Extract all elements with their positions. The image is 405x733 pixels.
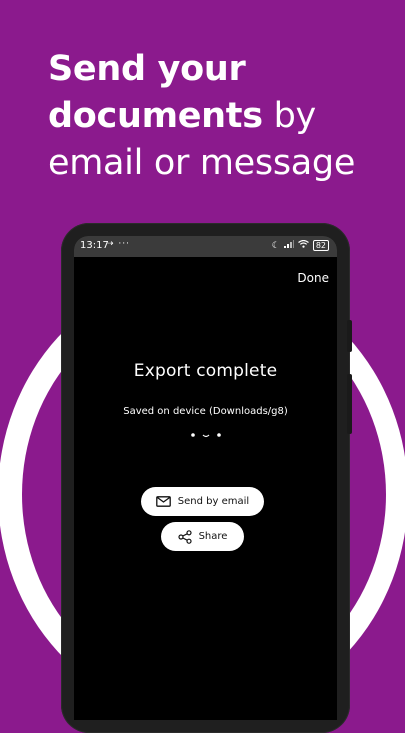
wifi-icon [297, 239, 309, 251]
headline-bold: Send your documents [48, 49, 263, 136]
battery-icon: 82 [312, 240, 329, 251]
share-button[interactable]: Share [161, 522, 244, 551]
phone-screen: 13:17 ⇢ ··· ☾ 82 Done Export complete Sa… [74, 236, 337, 720]
send-by-email-button[interactable]: Send by email [141, 487, 264, 516]
marketing-headline: Send your documents by email or message [48, 46, 393, 187]
signal-icon [283, 240, 294, 251]
done-button[interactable]: Done [297, 271, 329, 285]
export-subtitle: Saved on device (Downloads/g8) [123, 406, 288, 417]
envelope-icon [155, 496, 171, 507]
status-time: 13:17 [80, 240, 109, 251]
send-by-email-label: Send by email [177, 496, 250, 507]
status-indicators: ☾ 82 [271, 239, 329, 251]
success-dots-icon [190, 432, 222, 440]
moon-icon: ☾ [271, 240, 280, 251]
share-icon [177, 529, 192, 544]
phone-side-button [347, 374, 352, 434]
status-bar: 13:17 ⇢ ··· ☾ 82 [74, 236, 337, 257]
phone-side-button [347, 320, 352, 352]
share-label: Share [198, 531, 228, 542]
notification-icons: ⇢ ··· [106, 239, 130, 249]
export-title: Export complete [133, 361, 278, 381]
